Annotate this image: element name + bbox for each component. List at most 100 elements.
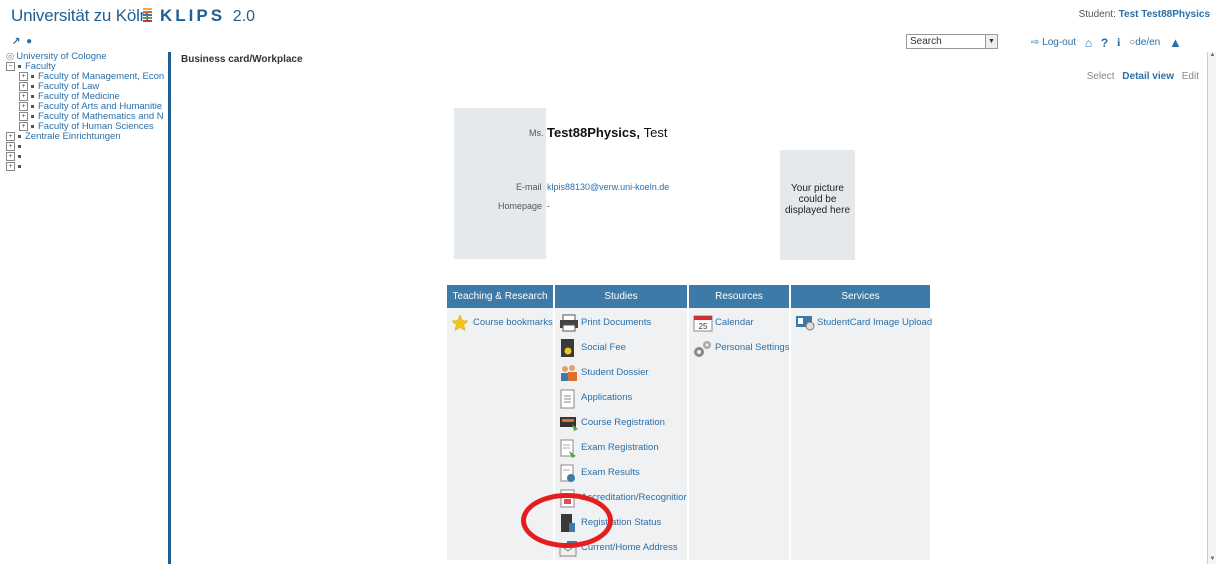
logout-link[interactable]: ⇨ Log-out	[1031, 37, 1076, 48]
language-label: de/en	[1135, 36, 1161, 48]
menu-item-label: Exam Registration	[581, 442, 659, 453]
menu-item-label: Course bookmarks	[473, 317, 553, 328]
help-icon[interactable]: ?	[1101, 36, 1108, 50]
calendar-icon: 25	[693, 314, 713, 332]
menu-item-label: Personal Settings	[715, 342, 790, 353]
column-header: Studies	[555, 285, 687, 308]
svg-text:25: 25	[699, 322, 708, 331]
expand-icon[interactable]: +	[19, 112, 28, 121]
menu-item-label: Current/Home Address	[581, 542, 678, 553]
menu-item-label: Applications	[581, 392, 633, 403]
bullet-icon	[18, 135, 21, 138]
refresh-icon[interactable]: ●	[26, 36, 32, 47]
header: Universität zu Köln KLIPS 2.0 Student: T…	[0, 0, 1216, 32]
logout-icon: ⇨	[1031, 36, 1040, 48]
view-switch: Select Detail view Edit	[1082, 71, 1199, 82]
bullet-icon	[18, 155, 21, 158]
tree-item[interactable]: + Zentrale Einrichtungen	[6, 132, 168, 142]
menu-column-resources: Resources 25 Calendar Personal Settings	[689, 285, 789, 560]
column-header: Resources	[689, 285, 789, 308]
sidebar-tree: ◎ University of Cologne − Faculty + Faculty…	[6, 52, 168, 564]
main-content: Business card/Workplace Select Detail vi…	[171, 52, 1207, 564]
menu-item-social-fee[interactable]: Social Fee	[555, 336, 687, 361]
menu-item-studentcard-upload[interactable]: StudentCard Image Upload	[791, 311, 932, 336]
bullet-icon	[18, 65, 21, 68]
expand-icon[interactable]: +	[19, 102, 28, 111]
results-icon	[559, 464, 577, 482]
expand-icon[interactable]: +	[19, 72, 28, 81]
product-version: 2.0	[232, 8, 256, 25]
expand-icon[interactable]: +	[6, 142, 15, 151]
university-brand[interactable]: Universität zu Köln	[11, 6, 149, 26]
logout-label: Log-out	[1042, 36, 1077, 48]
tree-item[interactable]: +	[6, 162, 168, 172]
view-select-link[interactable]: Select	[1087, 71, 1115, 82]
homepage-value: -	[547, 201, 550, 211]
surname: Test88Physics,	[547, 125, 640, 140]
language-switch[interactable]: ○de/en	[1129, 37, 1160, 48]
expand-icon[interactable]: +	[6, 152, 15, 161]
gear-icon	[693, 339, 711, 357]
expand-icon[interactable]: +	[6, 132, 15, 141]
product-name: KLIPS	[160, 6, 226, 25]
scroll-down-icon[interactable]: ▼	[1208, 556, 1216, 564]
search-select[interactable]: Search ▼	[906, 34, 998, 49]
chevron-down-icon[interactable]: ▼	[985, 35, 997, 48]
printer-icon	[559, 314, 578, 332]
menu-column-services: Services StudentCard Image Upload	[791, 285, 932, 560]
student-info: Student: Test Test88Physics	[1079, 9, 1210, 20]
email-label: E-mail	[516, 182, 542, 192]
breadcrumb: Business card/Workplace	[181, 54, 303, 65]
email-link[interactable]: klpis88130@verw.uni-koeln.de	[547, 182, 669, 192]
salutation: Ms.	[529, 128, 544, 138]
top-nav: ⇨ Log-out ⌂ ? i ○de/en ▲	[1031, 35, 1182, 50]
menu-item-label: Student Dossier	[581, 367, 649, 378]
course-icon	[559, 414, 578, 432]
menu-item-applications[interactable]: Applications	[555, 386, 687, 411]
search-select-value: Search	[910, 36, 942, 47]
student-name[interactable]: Test Test88Physics	[1119, 9, 1210, 20]
bullet-icon	[31, 125, 34, 128]
expand-icon[interactable]: +	[6, 162, 15, 171]
menu-item-calendar[interactable]: 25 Calendar	[689, 311, 789, 336]
menu-item-student-dossier[interactable]: Student Dossier	[555, 361, 687, 386]
expand-icon[interactable]: +	[19, 92, 28, 101]
upload-icon	[795, 314, 815, 332]
highlight-annotation-circle	[521, 493, 613, 548]
bullet-icon	[31, 95, 34, 98]
tree-item-label: Zentrale Einrichtungen	[25, 131, 121, 143]
homepage-label: Homepage	[498, 201, 543, 211]
info-icon[interactable]: i	[1117, 35, 1120, 50]
globe-icon: ◎	[6, 52, 15, 62]
menu-item-exam-registration[interactable]: Exam Registration	[555, 436, 687, 461]
home-icon[interactable]: ⌂	[1085, 36, 1092, 50]
main-scrollbar[interactable]: ▲ ▼	[1207, 52, 1216, 564]
expand-icon[interactable]: +	[19, 82, 28, 91]
menu-item-label: Print Documents	[581, 317, 652, 328]
scroll-up-icon[interactable]: ▲	[1208, 52, 1216, 60]
bullet-icon	[18, 165, 21, 168]
profile-picture-placeholder: Your picture could be displayed here	[780, 150, 855, 260]
document-icon	[559, 389, 577, 409]
tree-item[interactable]: +	[6, 152, 168, 162]
view-detail-link[interactable]: Detail view	[1122, 71, 1174, 82]
function-menu: Teaching & Research Course bookmarks Stu…	[447, 285, 932, 560]
menu-item-course-registration[interactable]: Course Registration	[555, 411, 687, 436]
column-header: Services	[791, 285, 930, 308]
menu-item-exam-results[interactable]: Exam Results	[555, 461, 687, 486]
bullet-icon	[31, 115, 34, 118]
menu-item-personal-settings[interactable]: Personal Settings	[689, 336, 789, 361]
expand-icon[interactable]: +	[19, 122, 28, 131]
exam-icon	[559, 439, 577, 458]
menu-item-label: Course Registration	[581, 417, 665, 428]
menu-item-course-bookmarks[interactable]: Course bookmarks	[447, 311, 553, 336]
firstname: Test	[643, 125, 668, 140]
open-window-icon[interactable]: ↗	[12, 36, 20, 47]
tree-item[interactable]: +	[6, 142, 168, 152]
collapse-icon[interactable]: −	[6, 62, 15, 71]
view-edit-link[interactable]: Edit	[1182, 71, 1199, 82]
klips-logo[interactable]: KLIPS 2.0	[160, 6, 255, 26]
bullet-icon	[18, 145, 21, 148]
user-profile-icon[interactable]: ▲	[1169, 35, 1182, 50]
menu-item-print-documents[interactable]: Print Documents	[555, 311, 687, 336]
